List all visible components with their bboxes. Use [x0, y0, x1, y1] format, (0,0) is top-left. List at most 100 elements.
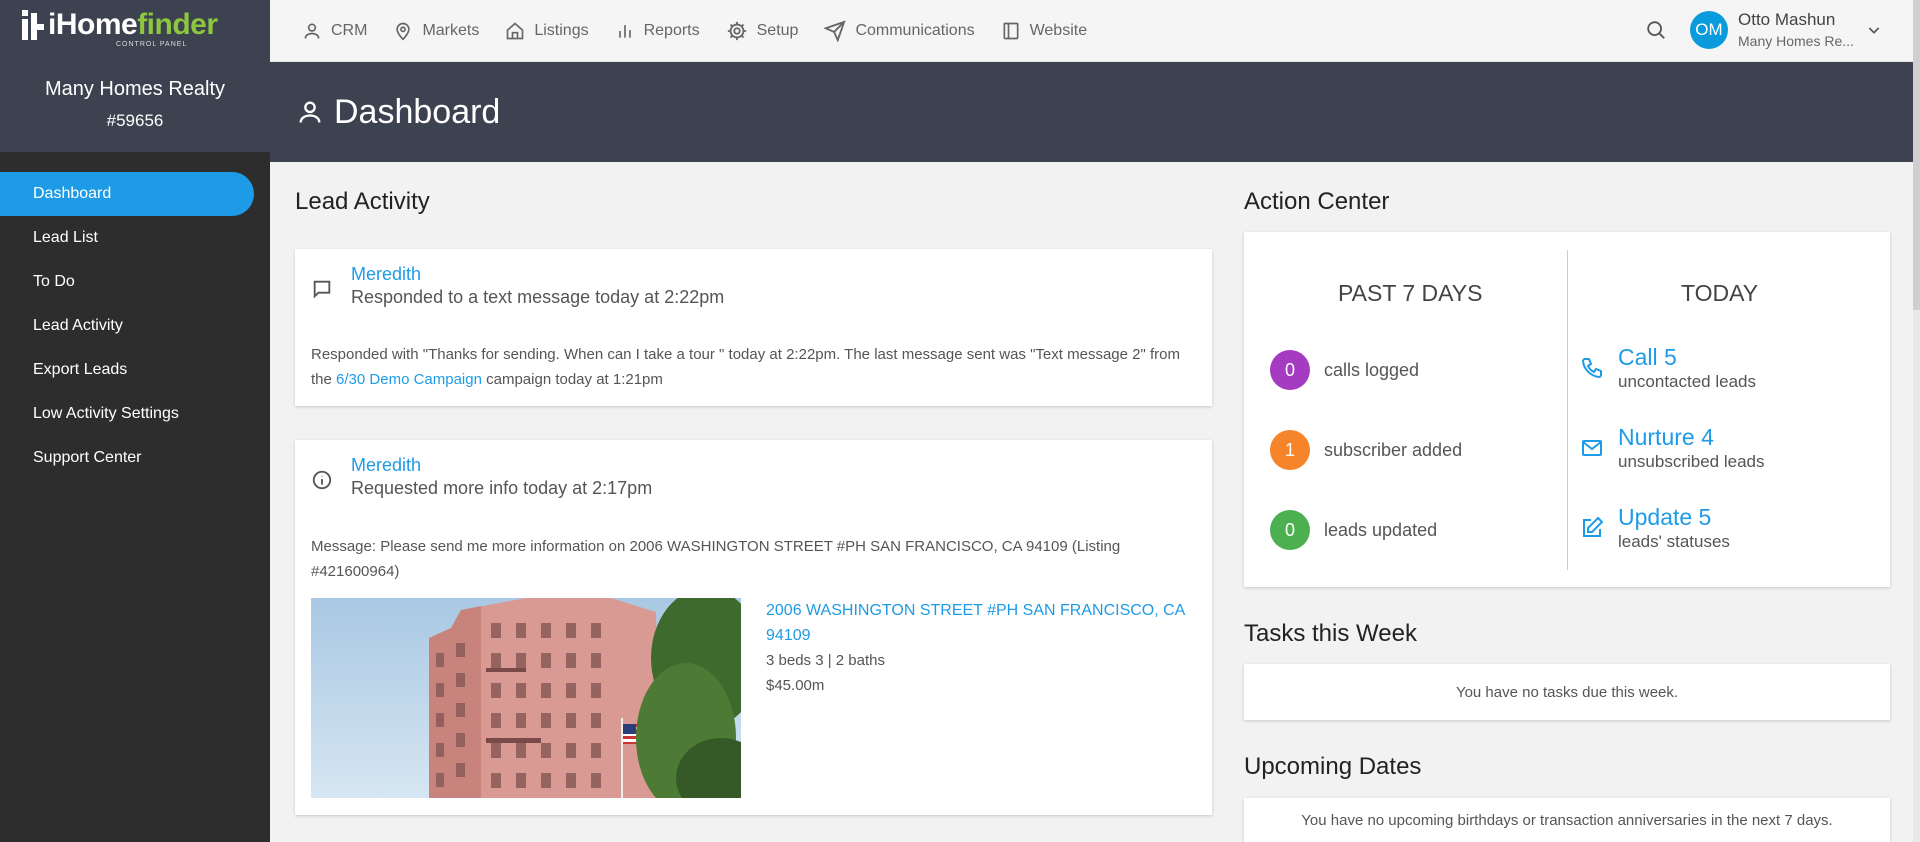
upcoming-dates-title: Upcoming Dates	[1244, 753, 1422, 780]
action-sub: leads' statuses	[1618, 532, 1730, 551]
user-org: Many Homes Re...	[1738, 33, 1854, 49]
logo-wordmark: iHomefinder	[48, 8, 218, 41]
topnav-website[interactable]: Website	[1001, 21, 1088, 41]
logo-subtitle: CONTROL PANEL	[116, 41, 188, 48]
sidebar-item-lead-list[interactable]: Lead List	[0, 216, 254, 260]
today-heading: TODAY	[1681, 280, 1759, 306]
topnav-markets[interactable]: Markets	[393, 21, 479, 41]
action-main: Nurture 4	[1618, 424, 1714, 450]
listing-address-link[interactable]: 2006 WASHINGTON STREET #PH SAN FRANCISCO…	[766, 598, 1196, 648]
chevron-down-icon	[1868, 26, 1880, 34]
upcoming-dates-card: You have no upcoming birthdays or transa…	[1244, 798, 1890, 842]
listing-photo[interactable]	[311, 598, 741, 798]
stat-leads-updated: 0 leads updated	[1270, 510, 1437, 550]
activity-summary: Requested more info today at 2:17pm	[351, 478, 653, 498]
activity-summary: Responded to a text message today at 2:2…	[351, 287, 725, 307]
topnav-website-label: Website	[1029, 22, 1088, 39]
layout-icon	[1003, 22, 1019, 40]
top-bar: CRM Markets Listings Reports Setup Commu…	[270, 0, 1920, 62]
account-name: Many Homes Realty	[44, 78, 226, 100]
send-icon	[824, 20, 847, 42]
lead-name-link[interactable]: Meredith	[351, 264, 724, 285]
sidebar-item-lead-activity[interactable]: Lead Activity	[0, 304, 254, 348]
sidebar-item-to-do[interactable]: To Do	[0, 260, 254, 304]
user-icon	[299, 101, 321, 123]
user-name: Otto Mashun	[1738, 10, 1836, 29]
message-icon	[313, 280, 331, 299]
tasks-empty-message: You have no tasks due this week.	[1455, 683, 1679, 701]
topnav-reports[interactable]: Reports	[615, 21, 700, 41]
activity-body: Responded with "Thanks for sending. When…	[311, 346, 1180, 388]
search-button[interactable]	[1645, 19, 1667, 46]
gear-icon	[727, 21, 746, 41]
lead-activity-title: Lead Activity	[295, 188, 430, 215]
stat-label: leads updated	[1324, 519, 1438, 540]
campaign-link[interactable]: 6/30 Demo Campaign	[336, 371, 482, 388]
page-scrollbar[interactable]	[1913, 0, 1920, 842]
stat-count: 0	[1270, 350, 1310, 390]
building-photo-illustration	[311, 598, 741, 798]
lead-name-link[interactable]: Meredith	[351, 455, 652, 476]
listing-details: 2006 WASHINGTON STREET #PH SAN FRANCISCO…	[766, 598, 1196, 698]
topnav-crm[interactable]: CRM	[302, 21, 367, 41]
topnav-communications-label: Communications	[855, 22, 975, 39]
tasks-card: You have no tasks due this week.	[1244, 664, 1890, 720]
stat-count: 0	[1270, 510, 1310, 550]
account-info: Many Homes Realty #59656	[0, 62, 270, 152]
action-call-leads[interactable]: Call 5 uncontacted leads	[1580, 344, 1756, 392]
sidebar-item-support-center[interactable]: Support Center	[0, 436, 254, 480]
map-pin-icon	[396, 22, 411, 41]
ihomefinder-logo[interactable]: iHomefinder	[20, 10, 270, 40]
stat-calls-logged: 0 calls logged	[1270, 350, 1419, 390]
action-update-leads[interactable]: Update 5 leads' statuses	[1580, 504, 1730, 552]
action-main: Call 5	[1618, 344, 1677, 370]
stat-subscriber-added: 1 subscriber added	[1270, 430, 1462, 470]
topnav-communications[interactable]: Communications	[824, 20, 975, 42]
topnav-crm-label: CRM	[331, 22, 368, 39]
listing-beds-baths: 3 beds 3 | 2 baths	[766, 652, 885, 669]
page-title: Dashboard	[334, 92, 501, 131]
user-icon	[304, 23, 320, 39]
page-header: Dashboard	[270, 62, 1915, 162]
home-icon	[507, 22, 524, 40]
scrollbar-thumb[interactable]	[1913, 0, 1920, 310]
bar-chart-icon	[618, 25, 631, 38]
logo-mark-icon	[20, 10, 46, 40]
topnav-listings[interactable]: Listings	[505, 21, 589, 41]
edit-icon	[1583, 516, 1604, 537]
past-7-days-heading: PAST 7 DAYS	[1338, 280, 1483, 306]
stat-label: subscriber added	[1324, 439, 1463, 460]
sidebar-nav: Dashboard Lead List To Do Lead Activity …	[0, 152, 270, 480]
action-nurture-leads[interactable]: Nurture 4 unsubscribed leads	[1580, 424, 1764, 472]
sidebar-item-export-leads[interactable]: Export Leads	[0, 348, 254, 392]
tasks-title: Tasks this Week	[1244, 620, 1417, 647]
mail-icon	[1582, 440, 1602, 456]
activity-card-text-response: Meredith Responded to a text message tod…	[295, 249, 1212, 406]
account-id: #59656	[106, 111, 164, 130]
info-icon	[312, 470, 332, 490]
user-menu[interactable]: OM Otto Mashun Many Homes Re...	[1690, 10, 1882, 49]
upcoming-empty-message: You have no upcoming birthdays or transa…	[1301, 811, 1833, 829]
action-sub: unsubscribed leads	[1618, 452, 1765, 471]
action-main: Update 5	[1618, 504, 1712, 530]
stat-label: calls logged	[1324, 359, 1420, 380]
sidebar-item-low-activity-settings[interactable]: Low Activity Settings	[0, 392, 254, 436]
activity-body: Message: Please send me more information…	[311, 538, 1121, 580]
activity-card-info-request: Meredith Requested more info today at 2:…	[295, 440, 1212, 815]
topnav-setup[interactable]: Setup	[726, 20, 799, 42]
avatar: OM	[1690, 10, 1728, 49]
sidebar: iHomefinder CONTROL PANEL Many Homes Rea…	[0, 0, 270, 842]
top-nav: CRM Markets Listings Reports Setup Commu…	[302, 0, 1113, 62]
search-icon	[1647, 21, 1665, 39]
topnav-listings-label: Listings	[534, 22, 589, 39]
sidebar-item-dashboard[interactable]: Dashboard	[0, 172, 254, 216]
topnav-reports-label: Reports	[643, 22, 700, 39]
user-info: Otto Mashun Many Homes Re...	[1738, 10, 1854, 49]
topnav-setup-label: Setup	[756, 22, 799, 39]
topnav-markets-label: Markets	[422, 22, 480, 39]
action-center-card: PAST 7 DAYS TODAY 0 calls logged 1 subsc…	[1244, 232, 1890, 587]
phone-icon	[1581, 358, 1602, 379]
listing-price: $45.00m	[766, 677, 825, 694]
action-center-title: Action Center	[1244, 188, 1390, 215]
action-sub: uncontacted leads	[1618, 372, 1756, 391]
